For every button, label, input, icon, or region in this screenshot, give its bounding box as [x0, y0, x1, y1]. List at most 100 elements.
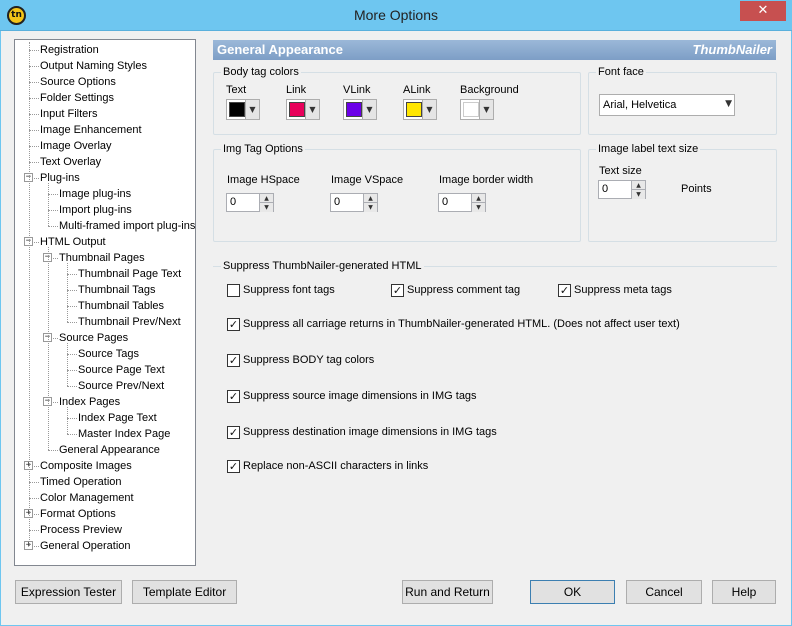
spin-up-icon[interactable]: ▲ — [471, 194, 485, 203]
spin-down-icon[interactable]: ▼ — [631, 190, 645, 199]
color-picker[interactable]: ▼ — [226, 99, 260, 120]
tree-item[interactable]: Source Page Text — [78, 362, 165, 378]
expression-tester-button[interactable]: Expression Tester — [15, 580, 122, 604]
checkbox-meta-tags[interactable]: ✓ — [558, 284, 571, 297]
tree-item[interactable]: Index Pages — [59, 394, 120, 410]
tree-item[interactable]: Multi-framed import plug-ins — [59, 218, 195, 234]
checkbox-label[interactable]: Suppress font tags — [243, 284, 335, 296]
tree-item[interactable]: Image Enhancement — [40, 122, 142, 138]
spin-up-icon[interactable]: ▲ — [363, 194, 377, 203]
template-editor-button[interactable]: Template Editor — [132, 580, 237, 604]
color-swatch — [406, 102, 422, 117]
checkbox-label[interactable]: Suppress comment tag — [407, 284, 520, 296]
spin-up-icon[interactable]: ▲ — [631, 181, 645, 190]
tree-item[interactable]: Source Options — [40, 74, 116, 90]
tree-item[interactable]: Timed Operation — [40, 474, 122, 490]
chevron-down-icon: ▼ — [362, 100, 376, 119]
close-icon[interactable]: ✕ — [740, 1, 786, 21]
tree-item[interactable]: HTML Output — [40, 234, 106, 250]
vspace-stepper[interactable]: 0 ▲ ▼ — [330, 193, 378, 212]
run-and-return-button[interactable]: Run and Return — [402, 580, 493, 604]
checkbox-label[interactable]: Replace non-ASCII characters in links — [243, 460, 428, 472]
checkbox-label[interactable]: Suppress meta tags — [574, 284, 672, 296]
cancel-button[interactable]: Cancel — [626, 580, 702, 604]
color-picker[interactable]: ▼ — [460, 99, 494, 120]
tree-item[interactable]: Registration — [40, 42, 99, 58]
brand-label: ThumbNailer — [692, 42, 772, 57]
tree-item[interactable]: Image plug-ins — [59, 186, 131, 202]
tree-connector — [67, 434, 77, 435]
tree-item[interactable]: Master Index Page — [78, 426, 170, 442]
color-swatch — [229, 102, 245, 117]
checkbox-src-dims[interactable]: ✓ — [227, 390, 240, 403]
color-label: Text — [226, 84, 247, 96]
tree-item[interactable]: Thumbnail Tags — [78, 282, 155, 298]
checkbox-body-colors[interactable]: ✓ — [227, 354, 240, 367]
tree-connector — [48, 450, 58, 451]
checkbox-label[interactable]: Suppress BODY tag colors — [243, 354, 374, 366]
points-label: Points — [681, 183, 712, 195]
tree-item[interactable]: Import plug-ins — [59, 202, 132, 218]
border-width-value: 0 — [442, 196, 449, 208]
img-tag-title: Img Tag Options — [221, 143, 305, 155]
text-size-value: 0 — [602, 183, 609, 195]
checkbox-nonascii[interactable]: ✓ — [227, 460, 240, 473]
tree-item[interactable]: Index Page Text — [78, 410, 157, 426]
tree-item[interactable]: Folder Settings — [40, 90, 114, 106]
tree-item[interactable]: Output Naming Styles — [40, 58, 147, 74]
checkbox-carriage[interactable]: ✓ — [227, 318, 240, 331]
checkbox-label[interactable]: Suppress destination image dimensions in… — [243, 426, 497, 438]
text-size-stepper[interactable]: 0 ▲ ▼ — [598, 180, 646, 199]
options-tree[interactable]: Registration Output Naming Styles Source O… — [14, 39, 196, 566]
color-picker[interactable]: ▼ — [343, 99, 377, 120]
tree-item[interactable]: Source Tags — [78, 346, 139, 362]
spin-down-icon[interactable]: ▼ — [363, 203, 377, 212]
tree-item[interactable]: Text Overlay — [40, 154, 101, 170]
checkbox-comment-tag[interactable]: ✓ — [391, 284, 404, 297]
color-picker[interactable]: ▼ — [403, 99, 437, 120]
spin-down-icon[interactable]: ▼ — [259, 203, 273, 212]
tree-item[interactable]: Format Options — [40, 506, 116, 522]
label-text-title: Image label text size — [596, 143, 701, 155]
checkbox-label[interactable]: Suppress all carriage returns in ThumbNa… — [243, 318, 680, 330]
checkbox-dst-dims[interactable]: ✓ — [227, 426, 240, 439]
spin-up-icon[interactable]: ▲ — [259, 194, 273, 203]
hspace-stepper[interactable]: 0 ▲ ▼ — [226, 193, 274, 212]
tree-item[interactable]: General Operation — [40, 538, 131, 554]
font-face-select[interactable]: Arial, Helvetica ▼ — [599, 94, 735, 116]
tree-item[interactable]: Thumbnail Page Text — [78, 266, 181, 282]
tree-item[interactable]: Image Overlay — [40, 138, 112, 154]
checkbox-font-tags[interactable] — [227, 284, 240, 297]
vspace-value: 0 — [334, 196, 341, 208]
tree-connector — [29, 98, 39, 99]
text-size-label: Text size — [599, 165, 642, 177]
tree-guide — [67, 263, 68, 322]
color-label: VLink — [343, 84, 371, 96]
border-width-stepper[interactable]: 0 ▲ ▼ — [438, 193, 486, 212]
tree-item[interactable]: Thumbnail Tables — [78, 298, 164, 314]
tree-item[interactable]: Color Management — [40, 490, 134, 506]
tree-item[interactable]: General Appearance — [59, 442, 160, 458]
tree-item[interactable]: Source Prev/Next — [78, 378, 164, 394]
tree-item[interactable]: Process Preview — [40, 522, 122, 538]
tree-item[interactable]: Input Filters — [40, 106, 97, 122]
ok-button[interactable]: OK — [530, 580, 615, 604]
tree-guide — [48, 247, 49, 450]
color-picker[interactable]: ▼ — [286, 99, 320, 120]
color-label: ALink — [403, 84, 431, 96]
spin-down-icon[interactable]: ▼ — [471, 203, 485, 212]
chevron-down-icon: ▼ — [245, 100, 259, 119]
tree-guide — [67, 407, 68, 434]
tree-item[interactable]: Plug-ins — [40, 170, 80, 186]
tree-item[interactable]: Source Pages — [59, 330, 128, 346]
tree-item[interactable]: Composite Images — [40, 458, 132, 474]
color-swatch — [289, 102, 305, 117]
tree-connector — [29, 66, 39, 67]
chevron-down-icon: ▼ — [305, 100, 319, 119]
checkbox-label[interactable]: Suppress source image dimensions in IMG … — [243, 390, 477, 402]
help-button[interactable]: Help — [712, 580, 776, 604]
tree-item[interactable]: Thumbnail Prev/Next — [78, 314, 181, 330]
hspace-value: 0 — [230, 196, 237, 208]
tree-item[interactable]: Thumbnail Pages — [59, 250, 145, 266]
tree-guide — [48, 183, 49, 226]
